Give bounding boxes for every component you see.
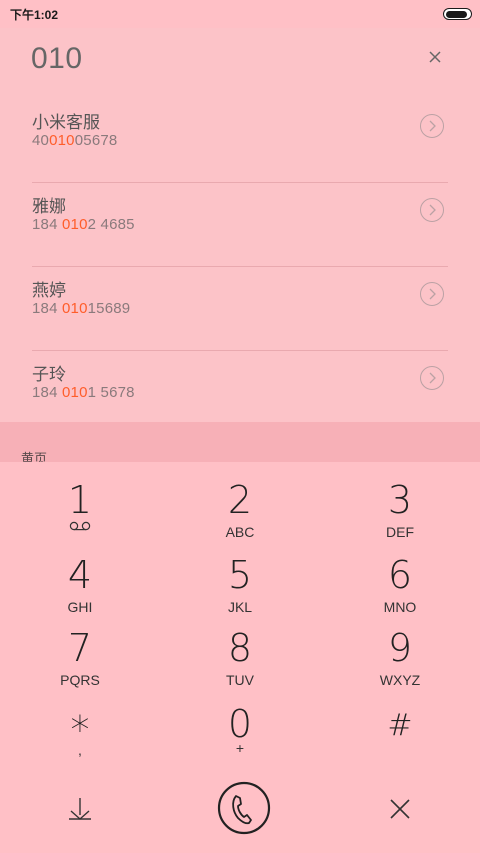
contact-name: 燕婷 xyxy=(32,281,66,301)
clear-input-button[interactable] xyxy=(424,46,446,68)
contact-number: 4001005678 xyxy=(32,132,118,149)
key-digit: 8 xyxy=(227,626,253,670)
key-2[interactable]: 2 ABC xyxy=(160,470,320,545)
key-1[interactable]: 1 xyxy=(0,470,160,545)
delete-icon xyxy=(390,799,410,819)
close-icon xyxy=(429,51,441,63)
key-hash[interactable]: # xyxy=(320,700,480,775)
contact-number: 184 0101 5678 xyxy=(32,384,135,401)
contact-row[interactable]: 小米客服 4001005678 xyxy=(32,98,448,183)
key-digit: 1 xyxy=(67,478,93,522)
contact-row[interactable]: 雅娜 184 0102 4685 xyxy=(32,182,448,267)
key-digit: 2 xyxy=(227,478,253,522)
battery-icon xyxy=(443,8,472,20)
key-letters: PQRS xyxy=(60,672,100,688)
key-letters: JKL xyxy=(227,599,253,615)
dial-keypad: 1 2 ABC 3 DEF 4 GHI 5 JKL 6 MNO 7 PQRS 8… xyxy=(0,462,480,853)
status-time: 下午1:02 xyxy=(10,8,59,22)
key-9[interactable]: 9 WXYZ xyxy=(320,618,480,693)
contact-detail-button[interactable] xyxy=(420,198,444,222)
contact-number: 184 01015689 xyxy=(32,300,131,317)
key-8[interactable]: 8 TUV xyxy=(160,618,320,693)
key-letters: + xyxy=(235,740,245,756)
key-letters: WXYZ xyxy=(379,672,421,688)
key-letters: GHI xyxy=(67,599,93,615)
key-letters: , xyxy=(78,742,82,758)
key-digit: 9 xyxy=(387,626,413,670)
collapse-keypad-icon xyxy=(69,798,91,820)
contact-name: 雅娜 xyxy=(32,197,66,217)
key-digit: 6 xyxy=(387,553,413,597)
chevron-right-icon xyxy=(429,120,436,132)
key-letters: DEF xyxy=(386,524,414,540)
contact-detail-button[interactable] xyxy=(420,114,444,138)
chevron-right-icon xyxy=(429,288,436,300)
contact-detail-button[interactable] xyxy=(420,366,444,390)
contact-number: 184 0102 4685 xyxy=(32,216,135,233)
contact-name: 小米客服 xyxy=(32,113,100,133)
key-letters: ABC xyxy=(225,524,255,540)
key-digit: 4 xyxy=(67,553,93,597)
call-button[interactable] xyxy=(216,780,272,836)
contact-name: 子玲 xyxy=(32,365,66,385)
chevron-right-icon xyxy=(429,372,436,384)
key-digit: 0 xyxy=(227,702,253,746)
key-letters: TUV xyxy=(226,672,254,688)
key-letters: MNO xyxy=(383,599,417,615)
key-digit: 5 xyxy=(227,553,253,597)
collapse-keypad-button[interactable] xyxy=(60,790,100,830)
key-3[interactable]: 3 DEF xyxy=(320,470,480,545)
key-digit: 3 xyxy=(387,478,413,522)
search-results-panel: 010 小米客服 4001005678 雅娜 184 0102 4685 燕婷 … xyxy=(0,28,480,435)
phone-call-icon xyxy=(217,781,271,835)
voicemail-icon xyxy=(69,521,91,531)
contact-detail-button[interactable] xyxy=(420,282,444,306)
contact-row[interactable]: 燕婷 184 01015689 xyxy=(32,266,448,351)
key-digit: # xyxy=(387,708,413,743)
chevron-right-icon xyxy=(429,204,436,216)
key-7[interactable]: 7 PQRS xyxy=(0,618,160,693)
key-6[interactable]: 6 MNO xyxy=(320,545,480,620)
key-0[interactable]: 0 + xyxy=(160,700,320,775)
key-digit: 7 xyxy=(67,626,93,670)
yellow-pages-bar[interactable]: 黄页 xyxy=(0,422,480,467)
delete-button[interactable] xyxy=(380,790,420,830)
key-4[interactable]: 4 GHI xyxy=(0,545,160,620)
dialed-number[interactable]: 010 xyxy=(31,42,83,76)
status-bar: 下午1:02 xyxy=(0,0,480,28)
key-5[interactable]: 5 JKL xyxy=(160,545,320,620)
key-star[interactable]: * , xyxy=(0,700,160,775)
